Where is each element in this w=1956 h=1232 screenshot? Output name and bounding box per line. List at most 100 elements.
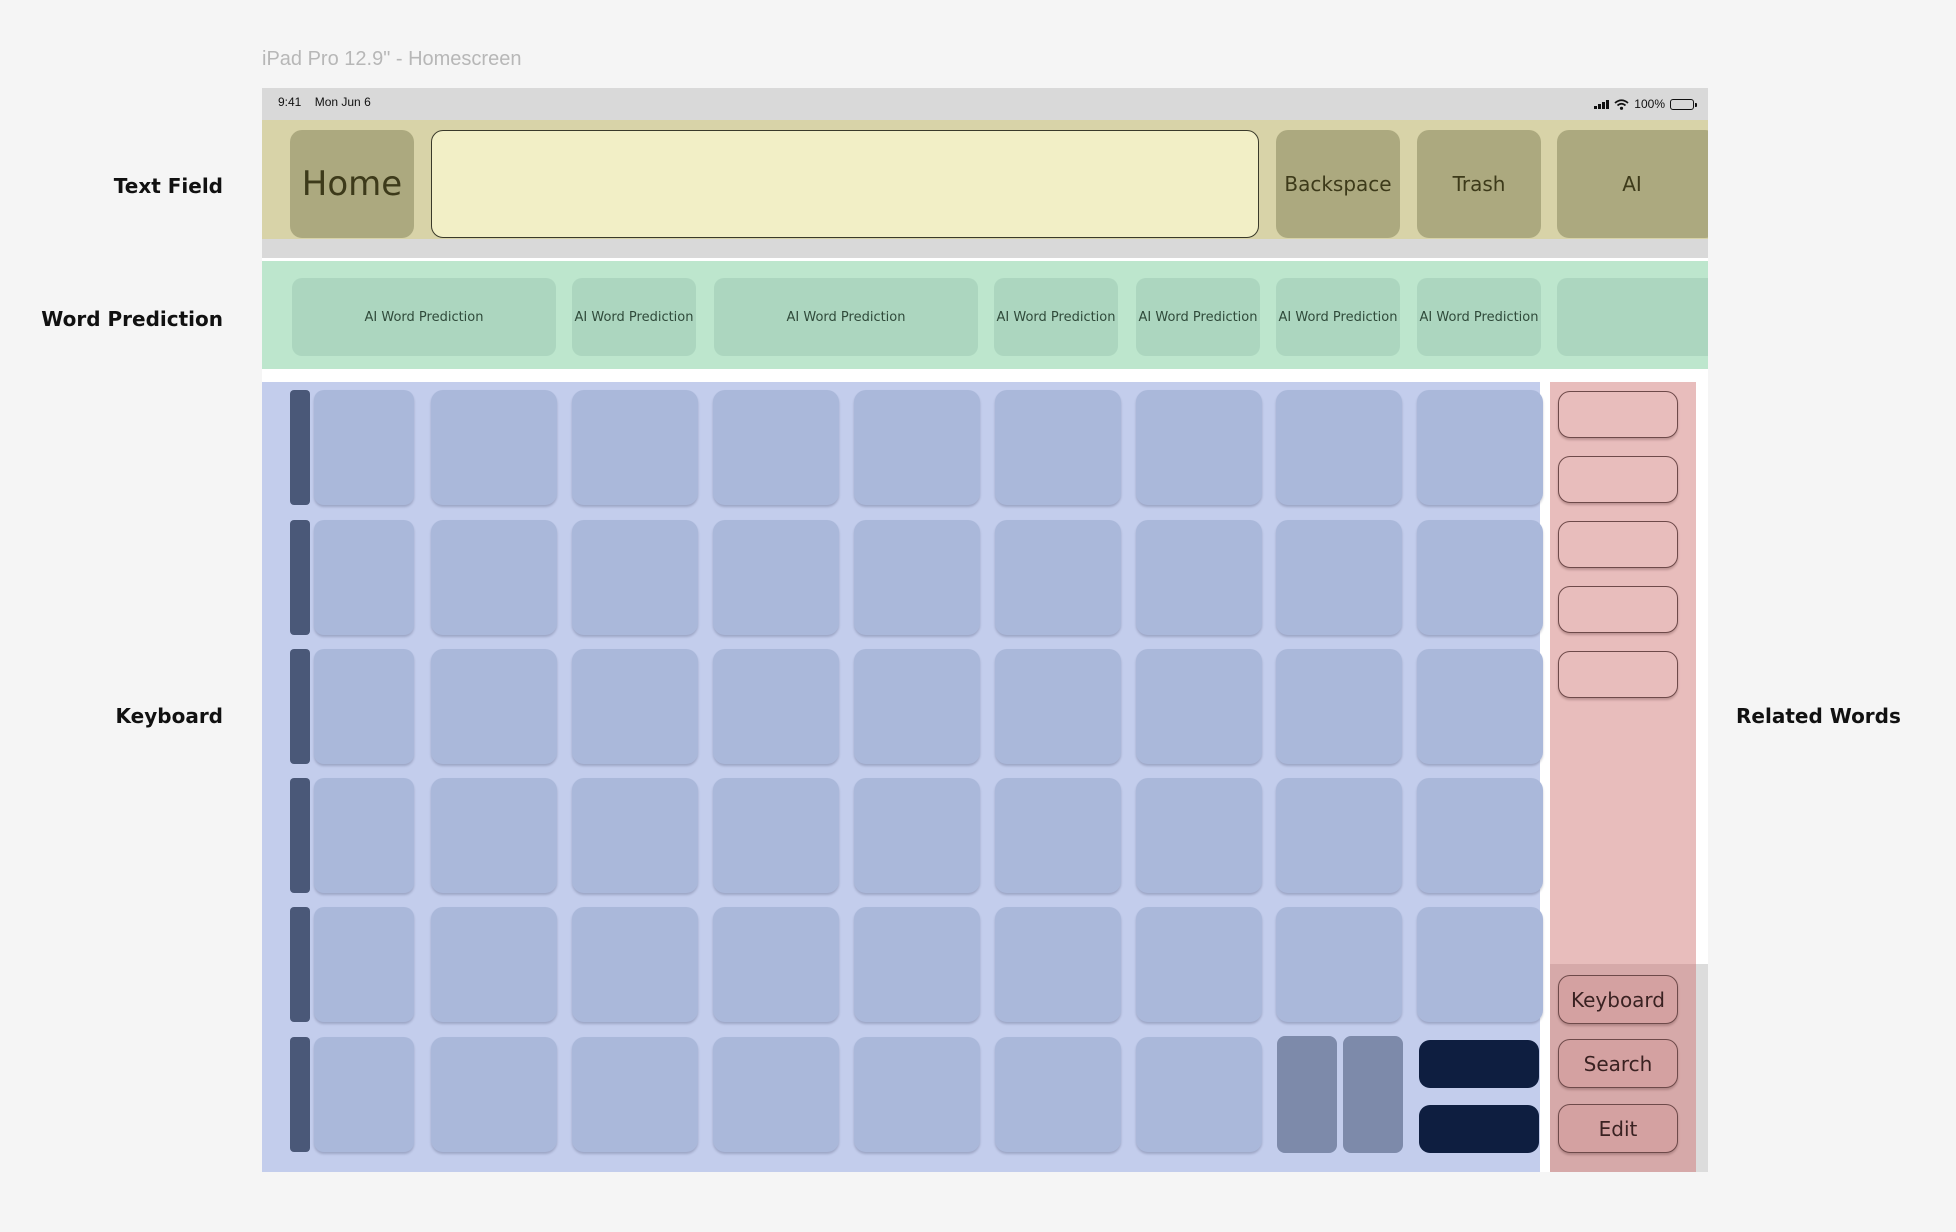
related-words-label: Related Words (1736, 704, 1901, 728)
keyboard-key[interactable] (854, 520, 980, 635)
keyboard-key[interactable] (572, 649, 698, 764)
keyboard-key[interactable] (431, 1037, 557, 1152)
keyboard-key[interactable] (995, 649, 1121, 764)
keyboard-key[interactable] (713, 649, 839, 764)
keyboard-key[interactable] (854, 390, 980, 505)
keyboard-key[interactable] (1276, 520, 1402, 635)
keyboard-key[interactable] (713, 907, 839, 1022)
wifi-icon (1614, 98, 1629, 110)
edit-button[interactable]: Edit (1558, 1104, 1678, 1153)
ai-button[interactable]: AI (1557, 130, 1708, 238)
battery-icon (1670, 98, 1697, 110)
keyboard-key[interactable] (1136, 1037, 1262, 1152)
keyboard-key[interactable] (995, 520, 1121, 635)
search-button[interactable]: Search (1558, 1039, 1678, 1088)
keyboard-key[interactable] (854, 1037, 980, 1152)
keyboard-key[interactable] (713, 390, 839, 505)
row-handle[interactable] (290, 390, 310, 505)
keyboard-key[interactable] (995, 907, 1121, 1022)
word-prediction-label: Word Prediction (41, 307, 223, 331)
keyboard-key[interactable] (995, 778, 1121, 893)
keyboard-key[interactable] (713, 520, 839, 635)
keyboard-key[interactable] (572, 907, 698, 1022)
keyboard-key[interactable] (854, 649, 980, 764)
keyboard-key[interactable] (854, 778, 980, 893)
word-prediction-strip: AI Word Prediction AI Word Prediction AI… (262, 261, 1708, 369)
keyboard-key[interactable] (431, 907, 557, 1022)
battery-percent: 100% (1634, 97, 1665, 111)
text-field-strip: Home Backspace Trash AI (262, 120, 1708, 239)
status-bar: 9:41 Mon Jun 6 100% (262, 88, 1708, 120)
related-word-button[interactable] (1558, 586, 1678, 633)
related-word-button[interactable] (1558, 651, 1678, 698)
signal-icon (1594, 99, 1610, 109)
keyboard-key[interactable] (572, 778, 698, 893)
home-button[interactable]: Home (290, 130, 414, 238)
row-handle[interactable] (290, 1037, 310, 1152)
keyboard-key[interactable] (995, 1037, 1121, 1152)
ipad-screen: 9:41 Mon Jun 6 100% Home Backspace Trash… (262, 88, 1708, 1172)
word-prediction-button[interactable]: AI Word Prediction (1417, 278, 1541, 356)
keyboard-key[interactable] (1276, 649, 1402, 764)
keyboard-key[interactable] (713, 778, 839, 893)
keyboard-key[interactable] (1136, 390, 1262, 505)
word-prediction-button[interactable]: AI Word Prediction (714, 278, 978, 356)
row-handle[interactable] (290, 778, 310, 893)
word-prediction-button[interactable] (1557, 278, 1708, 356)
word-prediction-button[interactable]: AI Word Prediction (994, 278, 1118, 356)
keyboard-button[interactable]: Keyboard (1558, 975, 1678, 1024)
word-prediction-button[interactable]: AI Word Prediction (572, 278, 696, 356)
keyboard-key[interactable] (431, 778, 557, 893)
related-word-button[interactable] (1558, 391, 1678, 438)
keyboard-key[interactable] (1136, 649, 1262, 764)
keyboard-key-navy[interactable] (1419, 1040, 1539, 1088)
trash-button[interactable]: Trash (1417, 130, 1541, 238)
status-date: Mon Jun 6 (314, 95, 371, 109)
keyboard-key[interactable] (1136, 778, 1262, 893)
keyboard-key[interactable] (1417, 649, 1543, 764)
keyboard-key[interactable] (431, 649, 557, 764)
keyboard-key[interactable] (1136, 907, 1262, 1022)
keyboard-key[interactable] (314, 1037, 414, 1152)
keyboard-key-dark[interactable] (1277, 1036, 1337, 1153)
row-handle[interactable] (290, 649, 310, 764)
text-field-label: Text Field (113, 174, 223, 198)
keyboard-key[interactable] (1417, 907, 1543, 1022)
keyboard-key[interactable] (431, 390, 557, 505)
text-field-section: Home Backspace Trash AI (262, 120, 1708, 258)
status-indicators: 100% (1594, 94, 1697, 114)
related-word-button[interactable] (1558, 521, 1678, 568)
related-word-button[interactable] (1558, 456, 1678, 503)
word-prediction-button[interactable]: AI Word Prediction (1276, 278, 1400, 356)
keyboard-key[interactable] (572, 520, 698, 635)
keyboard-key[interactable] (995, 390, 1121, 505)
word-prediction-button[interactable]: AI Word Prediction (292, 278, 556, 356)
keyboard-key[interactable] (854, 907, 980, 1022)
keyboard-key[interactable] (572, 1037, 698, 1152)
keyboard-key-navy[interactable] (1419, 1105, 1539, 1153)
keyboard-key[interactable] (314, 520, 414, 635)
keyboard-key[interactable] (314, 778, 414, 893)
word-prediction-button[interactable]: AI Word Prediction (1136, 278, 1260, 356)
status-time-date: 9:41 Mon Jun 6 (278, 95, 381, 109)
text-input-field[interactable] (431, 130, 1259, 238)
row-handle[interactable] (290, 520, 310, 635)
keyboard-key[interactable] (1417, 390, 1543, 505)
backspace-button[interactable]: Backspace (1276, 130, 1400, 238)
keyboard-key[interactable] (1417, 778, 1543, 893)
keyboard-key-dark[interactable] (1343, 1036, 1403, 1153)
keyboard-key[interactable] (1276, 907, 1402, 1022)
keyboard-key[interactable] (314, 649, 414, 764)
keyboard-key[interactable] (1417, 520, 1543, 635)
keyboard-key[interactable] (1276, 390, 1402, 505)
keyboard-key[interactable] (572, 390, 698, 505)
keyboard-key[interactable] (314, 907, 414, 1022)
keyboard-key[interactable] (1136, 520, 1262, 635)
frame-title: iPad Pro 12.9" - Homescreen (262, 48, 522, 70)
keyboard-key[interactable] (431, 520, 557, 635)
keyboard-key[interactable] (1276, 778, 1402, 893)
keyboard-key[interactable] (314, 390, 414, 505)
status-time: 9:41 (278, 95, 302, 109)
row-handle[interactable] (290, 907, 310, 1022)
keyboard-key[interactable] (713, 1037, 839, 1152)
